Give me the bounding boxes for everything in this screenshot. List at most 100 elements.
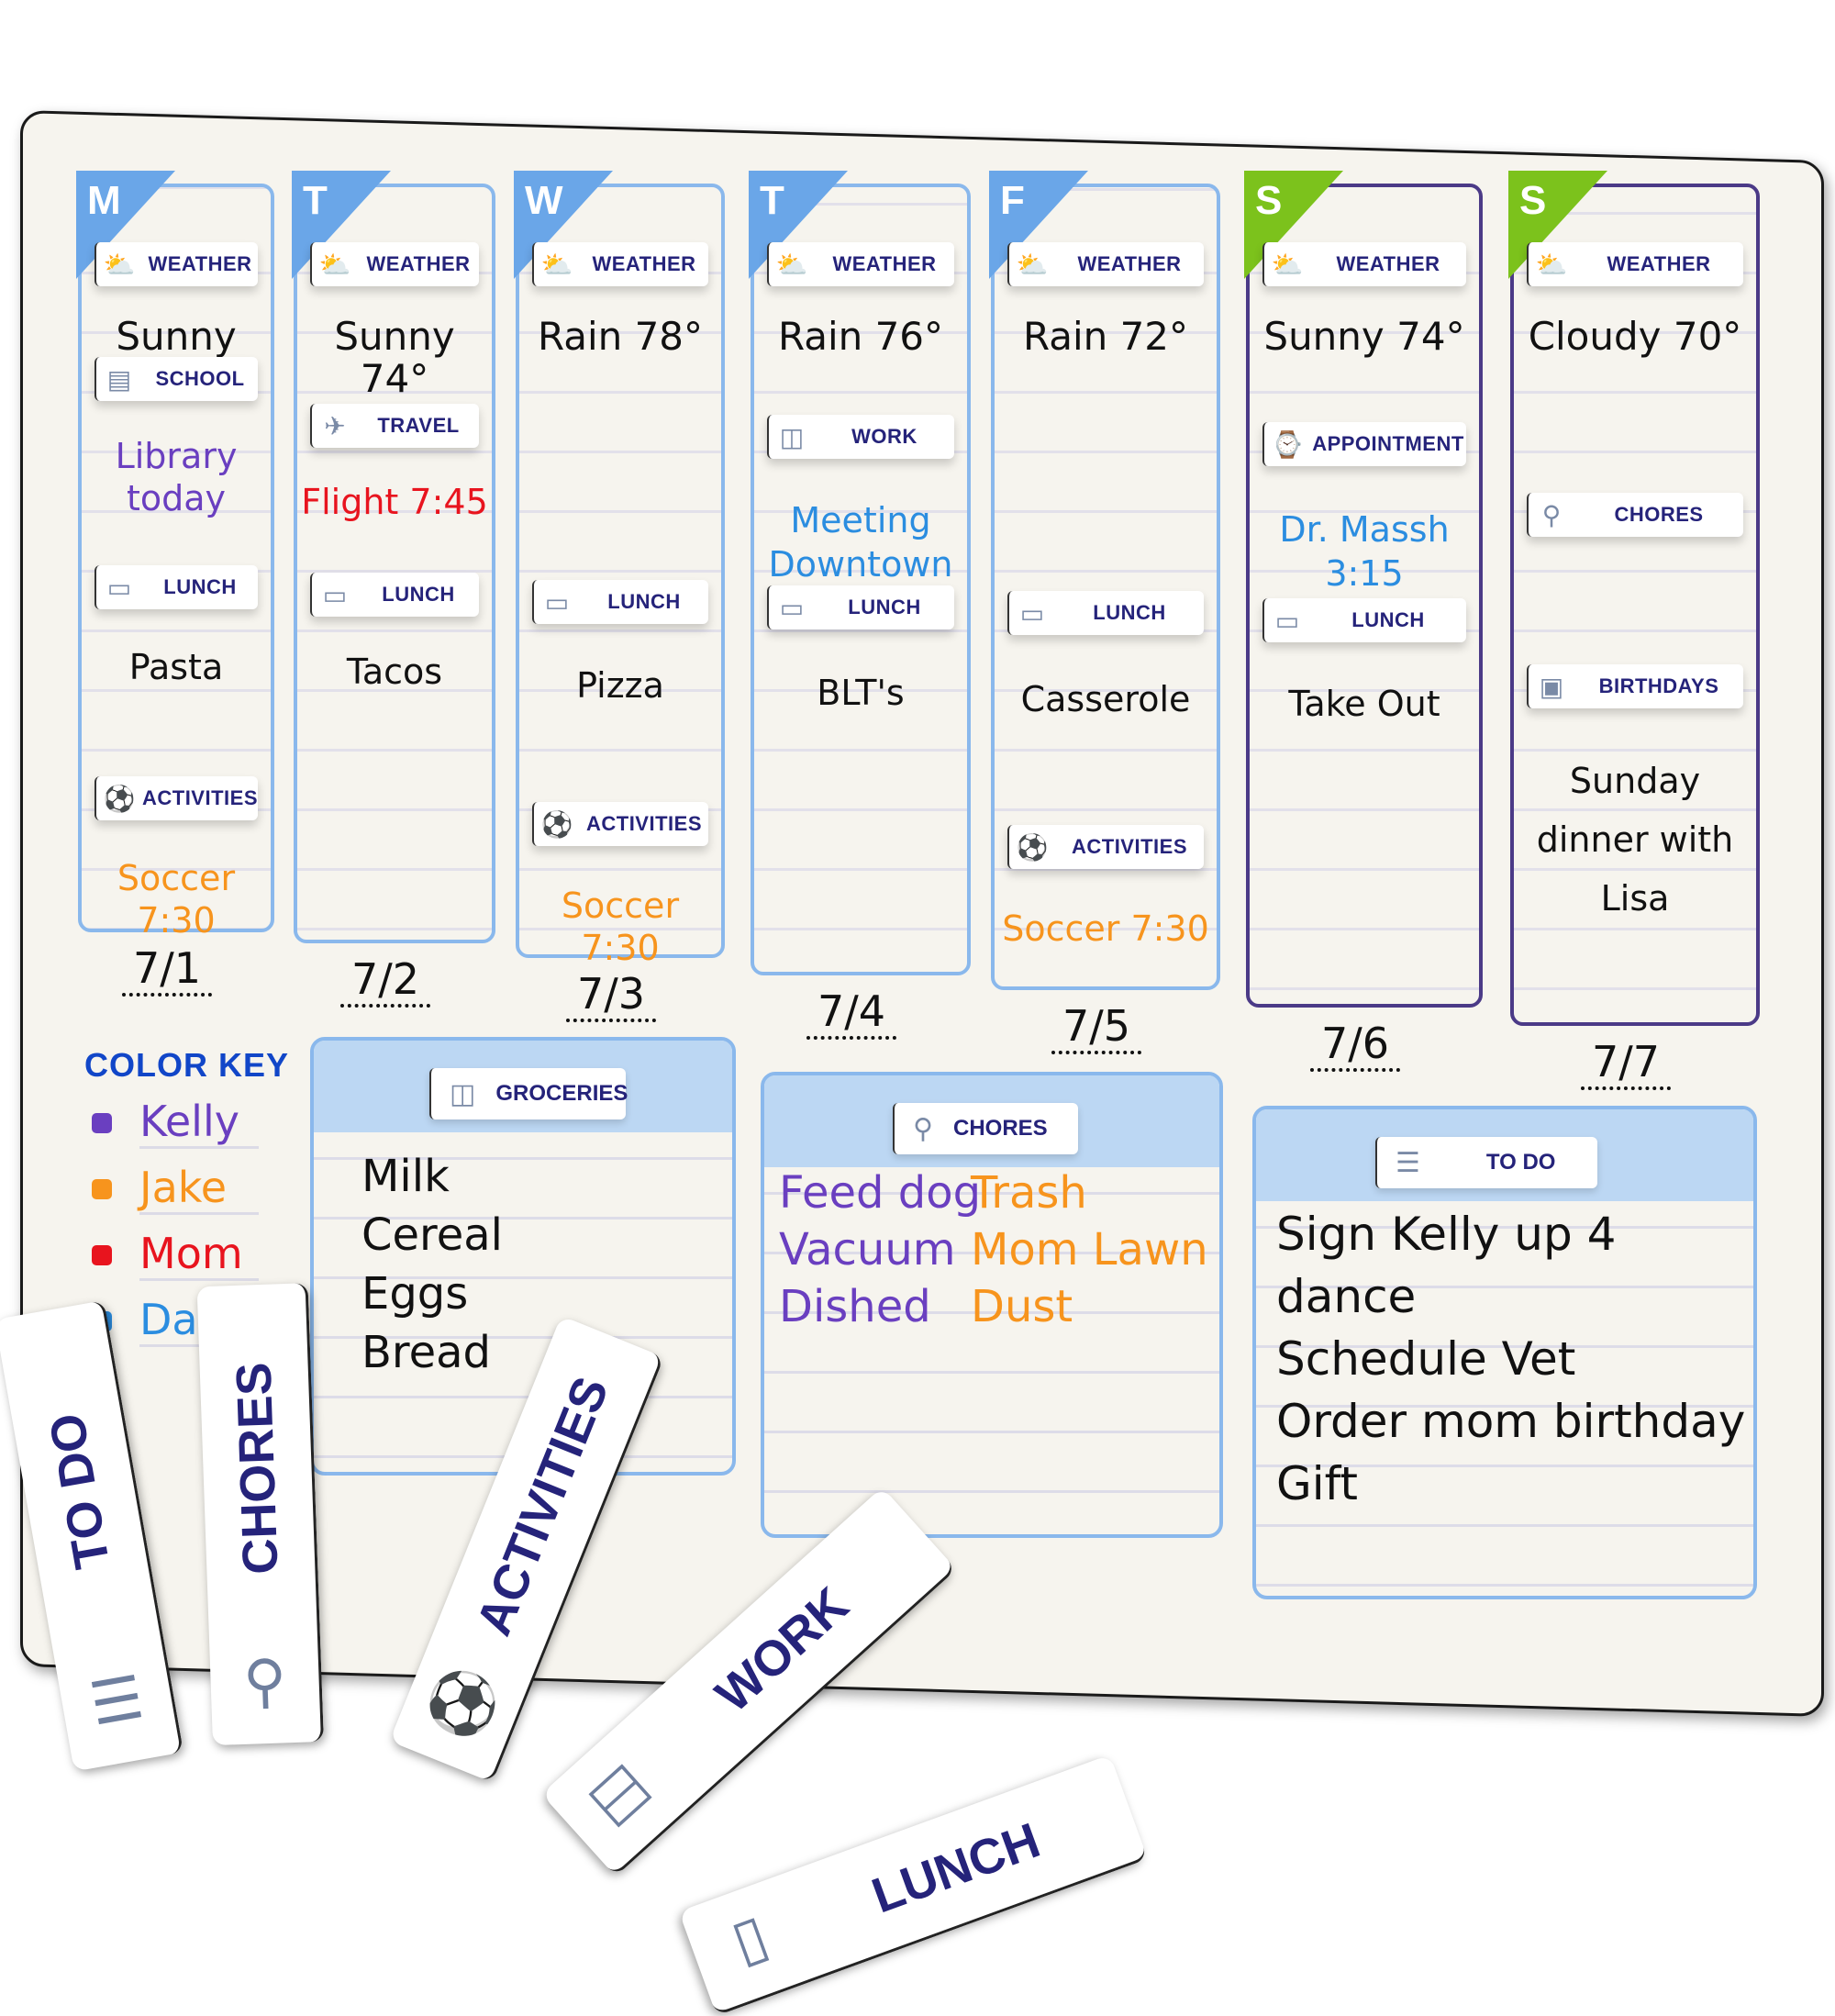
handwritten-entry: Tacos xyxy=(346,652,443,692)
sandwich-icon: ▭ xyxy=(544,587,570,617)
school-label: ▤ SCHOOL xyxy=(95,357,258,401)
grocery-item: Milk xyxy=(361,1151,450,1202)
todo-panel: ☰ TO DO Sign Kelly up 4 dance Schedule Vet… xyxy=(1252,1106,1757,1599)
color-key-entry: Kelly xyxy=(92,1097,259,1149)
sandwich-icon: ▭ xyxy=(322,580,348,609)
soccer-ball-icon: ⚽ xyxy=(1016,832,1049,862)
chore-item: Feed dog xyxy=(779,1167,982,1219)
handwritten-entry: Soccer 7:30 xyxy=(117,858,236,941)
handwritten-entry: Downtown xyxy=(768,544,953,585)
handwritten-entry: Sunny 74° xyxy=(1263,314,1465,359)
soccer-ball-icon: ⚽ xyxy=(540,809,573,839)
day-column: F ⛅ WEATHER Rain 72° ▭ LUNCH Casserole ⚽ ACTIVIT… xyxy=(989,171,1220,990)
handwritten-entry: Sunny 74° xyxy=(334,314,455,401)
weather-icon: ⛅ xyxy=(775,250,808,279)
clipboard-icon: ☰ xyxy=(1396,1147,1420,1178)
day-column: T ⛅ WEATHER Rain 76° ◫ WORK Meeting Downtown ▭ LU… xyxy=(749,171,971,975)
weather-icon: ⛅ xyxy=(540,250,573,279)
chore-item: Mom Lawn xyxy=(971,1224,1208,1275)
activities-label: ⚽ ACTIVITIES xyxy=(1007,825,1204,869)
vacuum-icon: ⚲ xyxy=(913,1113,933,1144)
vacuum-icon: ⚲ xyxy=(241,1647,288,1715)
weather-label: ⛅ WEATHER xyxy=(1527,242,1743,286)
birthdays-label: ▣ BIRTHDAYS xyxy=(1527,664,1743,708)
airplane-icon: ✈ xyxy=(324,411,346,440)
label-text: ACTIVITIES xyxy=(1071,835,1187,858)
color-key-name: Kelly xyxy=(139,1097,259,1149)
label-text: CHORES xyxy=(1614,503,1704,526)
chore-item: Vacuum xyxy=(779,1224,956,1275)
color-key-name: Mom xyxy=(139,1229,259,1281)
day-date: 7/5 xyxy=(1051,1001,1142,1054)
sandwich-icon: ▭ xyxy=(779,593,805,622)
handwritten-entry: Meeting xyxy=(790,500,931,540)
lunch-label: ▭ LUNCH xyxy=(95,565,258,609)
day-letter: M xyxy=(87,178,121,223)
label-text: WEATHER xyxy=(366,252,471,275)
grocery-item: Bread xyxy=(361,1327,492,1378)
weather-label: ⛅ WEATHER xyxy=(532,242,708,286)
lunch-label: ▭ LUNCH xyxy=(1007,591,1204,635)
briefcase-icon: ◫ xyxy=(779,422,805,451)
handwritten-entry: BLT's xyxy=(817,673,905,713)
day-column: M⛅WEATHERSunny 72°▤SCHOOLLibrary today▭L… xyxy=(76,171,274,941)
day-column: T ⛅ WEATHER Sunny 74° ✈ TRAVEL Flight 7:45 ▭ LUN… xyxy=(292,171,495,943)
day-date: 7/3 xyxy=(566,969,657,1022)
handwritten-entry: Casserole xyxy=(1020,679,1191,719)
travel-label: ✈ TRAVEL xyxy=(310,404,479,448)
briefcase-icon: ◫ xyxy=(581,1749,668,1835)
chore-item: Trash xyxy=(971,1167,1087,1219)
watch-icon: ⌚ xyxy=(1271,429,1304,459)
handwritten-entry: Rain 78° xyxy=(537,314,704,359)
day-letter: S xyxy=(1519,178,1547,223)
color-key-name: Jake xyxy=(139,1163,259,1215)
handwritten-entry: Sunday xyxy=(1569,761,1701,801)
handwritten-entry: Cloudy 70° xyxy=(1528,314,1742,359)
chores-panel: ⚲ CHORES Feed dog Trash Vacuum Mom Lawn Dish… xyxy=(761,1072,1223,1538)
chores-magnet[interactable]: CHORES ⚲ xyxy=(196,1283,324,1746)
weather-icon: ⛅ xyxy=(318,250,351,279)
label-text: LUNCH xyxy=(1351,608,1425,631)
handwritten-entry: Soccer 7:30 xyxy=(561,885,680,968)
label-text: LUNCH xyxy=(1093,601,1166,624)
groceries-label: ◫ GROCERIES xyxy=(429,1068,628,1119)
lunch-magnet[interactable]: LUNCH ▭ xyxy=(678,1754,1149,2016)
handwritten-entry: Rain 76° xyxy=(777,314,944,359)
color-key-title: COLOR KEY xyxy=(84,1046,290,1084)
label-text: LUNCH xyxy=(607,590,681,613)
handwritten-entry: Soccer 7:30 xyxy=(1002,908,1209,949)
label-text: BIRTHDAYS xyxy=(1598,674,1719,697)
gift-icon: ▣ xyxy=(1539,672,1564,701)
handwritten-entry: Library today xyxy=(115,436,238,518)
label-text: WEATHER xyxy=(592,252,696,275)
label-text: ACTIVITIES xyxy=(585,812,702,835)
day-letter: T xyxy=(303,178,328,223)
handwritten-entry: Lisa xyxy=(1600,878,1670,919)
label-text: TRAVEL xyxy=(377,414,460,437)
grocery-item: Cereal xyxy=(361,1209,504,1261)
soccer-ball-icon: ⚽ xyxy=(417,1659,510,1748)
magnet-label: LUNCH xyxy=(864,1812,1047,1924)
todo-item: Gift xyxy=(1276,1457,1358,1510)
weather-label: ⛅ WEATHER xyxy=(95,242,258,286)
day-letter: S xyxy=(1255,178,1283,223)
activities-label: ⚽ ACTIVITIES xyxy=(532,802,708,846)
handwritten-entry: Take Out xyxy=(1288,684,1440,724)
lunch-label: ▭ LUNCH xyxy=(310,573,479,617)
work-label: ◫ WORK xyxy=(767,415,954,459)
color-swatch xyxy=(92,1178,112,1199)
sandwich-icon: ▭ xyxy=(106,573,132,602)
label-text: WEATHER xyxy=(1336,252,1440,275)
chore-item: Dust xyxy=(971,1281,1073,1332)
day-letter: T xyxy=(760,178,784,223)
color-swatch xyxy=(92,1112,112,1133)
vacuum-icon: ⚲ xyxy=(1541,500,1562,529)
chores-label: ⚲ CHORES xyxy=(893,1103,1078,1154)
label-text: ACTIVITIES xyxy=(141,786,258,809)
color-key-entry: Jake xyxy=(92,1163,259,1215)
clipboard-icon: ☰ xyxy=(84,1663,149,1738)
label-text: LUNCH xyxy=(163,575,237,598)
day-date: 7/2 xyxy=(340,954,431,1008)
sandwich-icon: ▭ xyxy=(1019,598,1045,628)
todo-item: Sign Kelly up 4 xyxy=(1276,1208,1617,1261)
